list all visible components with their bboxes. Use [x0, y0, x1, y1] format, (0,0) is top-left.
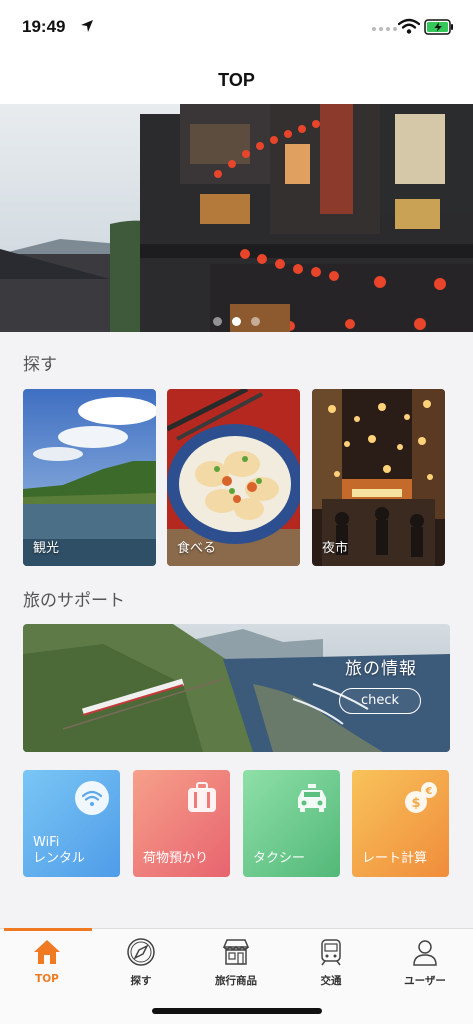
tab-label: TOP — [35, 973, 59, 985]
category-label: 観光 — [33, 541, 60, 556]
tab-label: 旅行商品 — [215, 975, 257, 987]
support-section-title: 旅のサポート — [23, 591, 125, 611]
taxi-icon — [298, 784, 326, 812]
carousel-dot[interactable] — [251, 317, 260, 326]
wifi-status-icon — [398, 18, 420, 34]
active-tab-indicator — [4, 928, 92, 931]
tile-label: WiFi レンタル — [33, 835, 85, 867]
svg-text:$: $ — [411, 796, 420, 811]
train-icon — [321, 939, 341, 966]
carousel-dot-active[interactable] — [232, 317, 241, 326]
category-label: 食べる — [177, 541, 217, 556]
battery-icon — [424, 19, 453, 35]
luggage-icon — [188, 782, 216, 812]
status-bar: 19:49 — [0, 0, 473, 56]
travel-info-banner[interactable]: 旅の情報 check — [23, 624, 450, 752]
hero-image — [0, 104, 473, 332]
user-icon — [413, 940, 437, 966]
check-button[interactable]: check — [339, 688, 421, 714]
wifi-icon — [75, 781, 109, 815]
page-title: TOP — [218, 70, 255, 90]
tile-label-line1: WiFi — [33, 835, 60, 850]
tile-label-line2: レンタル — [33, 851, 86, 866]
tile-label-line2: 荷物預かり — [143, 851, 209, 866]
tab-travel-products[interactable]: 旅行商品 — [189, 937, 283, 997]
category-card-sightseeing[interactable]: 観光 — [23, 389, 156, 566]
taxi-tile[interactable]: タクシー — [243, 770, 340, 877]
navigation-bar: TOP — [0, 56, 473, 104]
carousel-dots[interactable] — [0, 317, 473, 326]
carousel-dot[interactable] — [213, 317, 222, 326]
category-card-night-market[interactable]: 夜市 — [312, 389, 445, 566]
home-icon — [34, 940, 60, 964]
currency-icon: $ € — [405, 782, 437, 813]
shop-icon — [222, 939, 250, 965]
tile-label-line2: レート計算 — [362, 851, 428, 866]
tile-label: レート計算 — [362, 851, 427, 867]
svg-text:€: € — [425, 786, 433, 797]
tab-explore[interactable]: 探す — [94, 937, 188, 997]
luggage-storage-tile[interactable]: 荷物預かり — [133, 770, 230, 877]
tab-top[interactable]: TOP — [0, 937, 94, 997]
hero-carousel[interactable] — [0, 104, 473, 332]
tab-user[interactable]: ユーザー — [378, 937, 472, 997]
home-indicator — [152, 1008, 322, 1014]
explore-section-title: 探す — [23, 355, 57, 375]
category-card-food[interactable]: 食べる — [167, 389, 300, 566]
tile-label: 荷物預かり — [143, 851, 208, 867]
exchange-rate-tile[interactable]: $ € レート計算 — [352, 770, 449, 877]
travel-info-title: 旅の情報 — [345, 659, 417, 679]
tab-label: 探す — [130, 975, 152, 987]
category-label: 夜市 — [322, 541, 349, 556]
wifi-rental-tile[interactable]: WiFi レンタル — [23, 770, 120, 877]
tile-label-line2: タクシー — [253, 851, 306, 866]
location-arrow-icon — [81, 20, 93, 32]
tab-label: ユーザー — [404, 975, 446, 987]
tab-label: 交通 — [320, 975, 342, 987]
compass-icon — [127, 938, 155, 966]
tab-transport[interactable]: 交通 — [284, 937, 378, 997]
signal-icon — [372, 27, 397, 31]
status-time: 19:49 — [22, 17, 66, 36]
tile-label: タクシー — [253, 851, 305, 867]
